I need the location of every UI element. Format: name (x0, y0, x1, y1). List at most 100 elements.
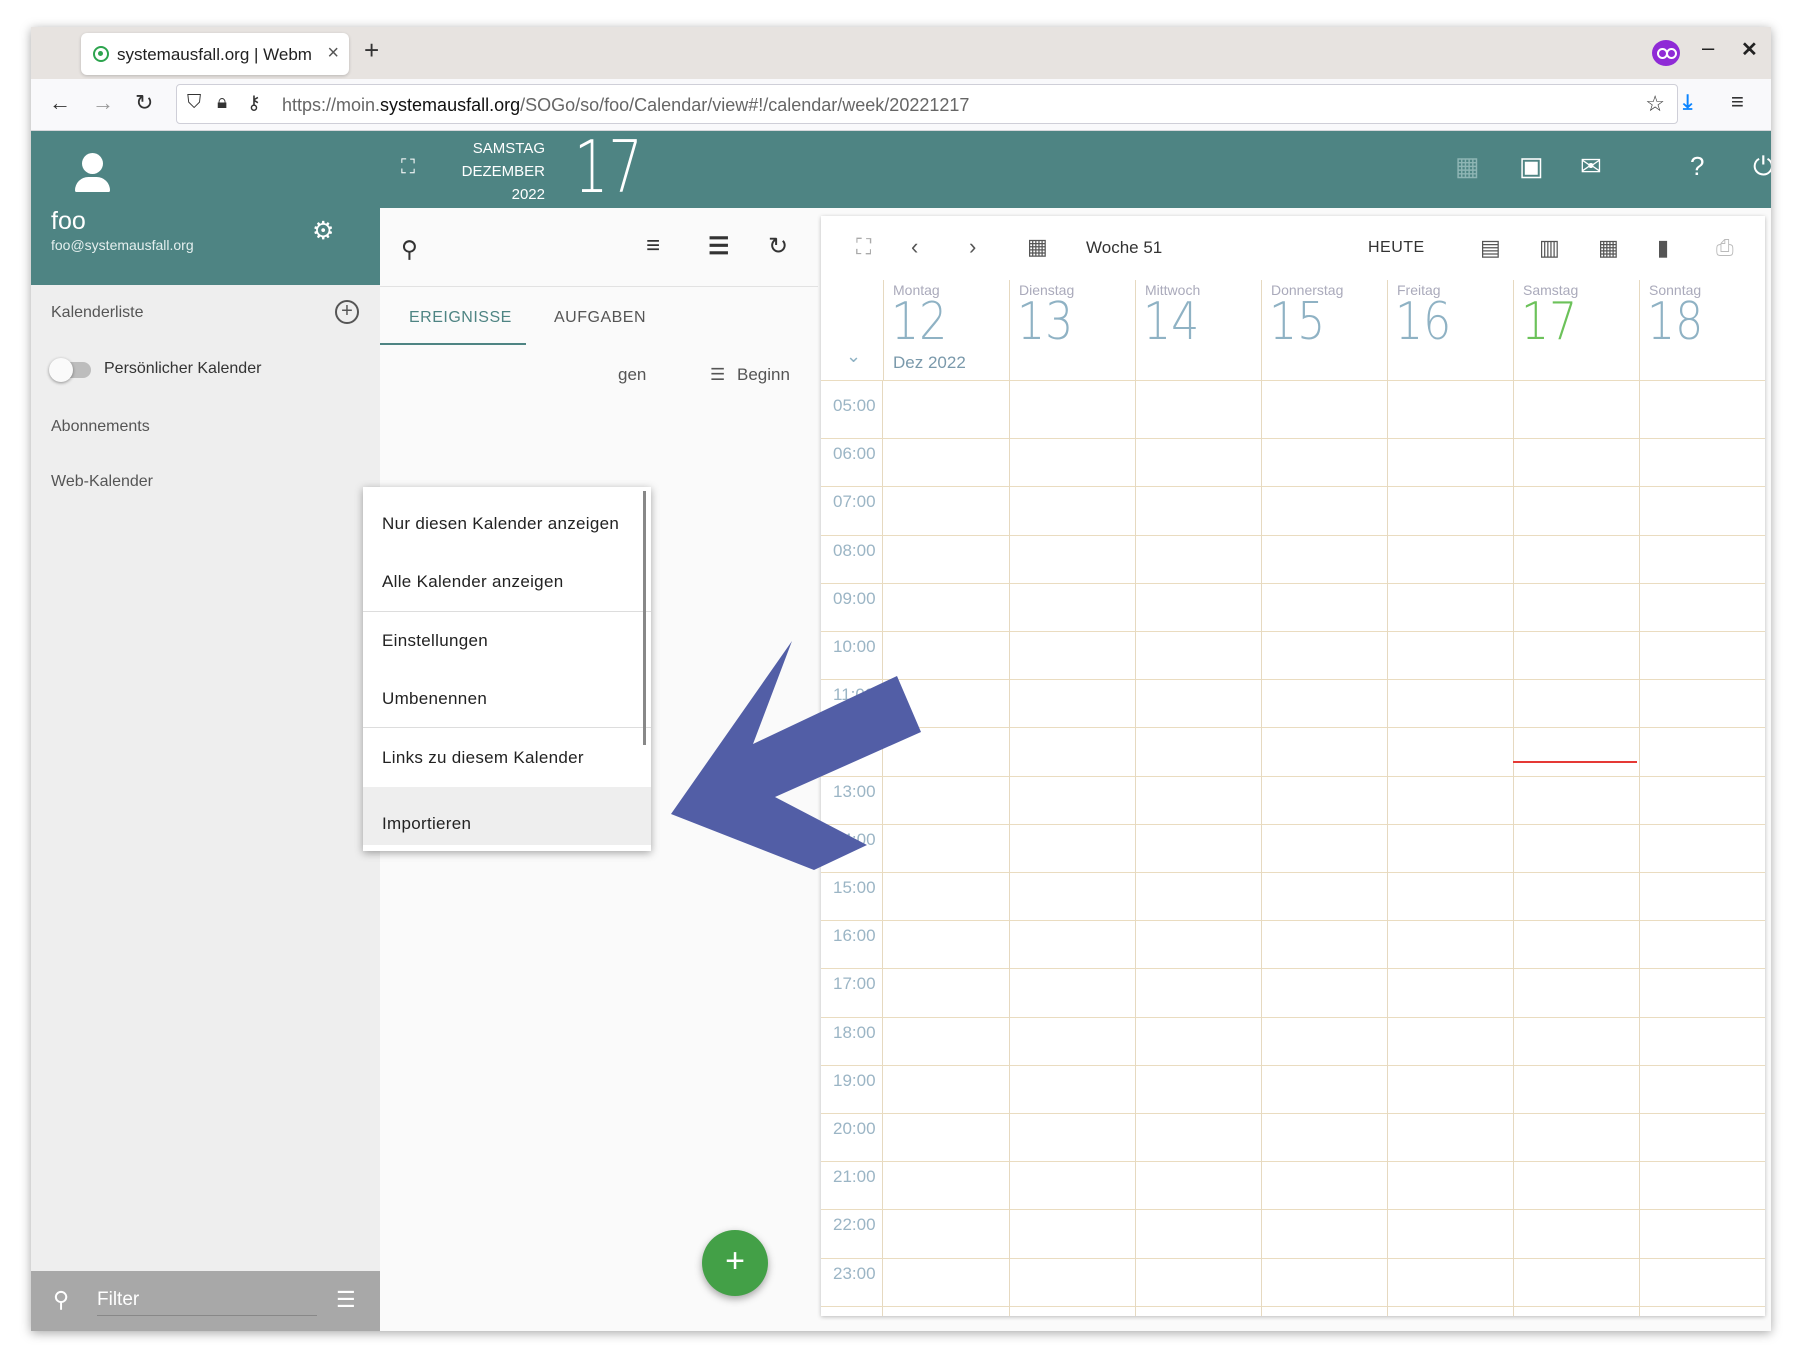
menu-item-show-all[interactable]: Alle Kalender anzeigen (363, 545, 651, 603)
day-header-wednesday[interactable]: Mittwoch 14 (1135, 280, 1261, 380)
back-arrow-icon[interactable]: ← (49, 90, 71, 116)
print-icon[interactable]: ⎙ (1716, 235, 1734, 261)
close-window-button[interactable]: ✕ (1741, 37, 1758, 62)
fullscreen-icon[interactable]: ⛶ (401, 156, 415, 179)
grid-line (821, 872, 1765, 873)
tab-title: systemausfall.org | Webm (117, 45, 312, 64)
bookmark-star-icon[interactable]: ☆ (1645, 91, 1665, 117)
collapse-chevron-icon[interactable]: ⌄ (846, 346, 861, 367)
menu-scrollbar[interactable] (643, 491, 646, 745)
tab-ink-bar (380, 343, 526, 345)
browser-window: systemausfall.org | Webm × + – ✕ ← → ↻ ⛉… (31, 27, 1771, 1331)
sort-lines-icon[interactable]: ☰ (710, 365, 725, 385)
month-view-icon[interactable]: ▦ (1598, 235, 1619, 261)
day-number: 12 (891, 292, 948, 352)
grid-line (821, 1257, 1765, 1259)
search-icon[interactable]: ⚲ (401, 236, 418, 263)
menu-item-rename[interactable]: Umbenennen (363, 662, 651, 720)
hour-label: 15:00 (833, 878, 876, 897)
day-header-tuesday[interactable]: Dienstag 13 (1009, 280, 1135, 380)
sidebar-item-web-calendars[interactable]: Web-Kalender (51, 473, 153, 491)
filter-icon[interactable]: ≡ (646, 232, 660, 260)
url-prefix: https://moin. (282, 95, 381, 115)
key-icon[interactable]: ⚷ (247, 92, 261, 115)
sidebar-header: foo foo@systemausfall.org ⚙ (31, 131, 380, 285)
day-headers: Montag 12 Dez 2022 Dienstag 13 Mittwoch … (883, 280, 1765, 380)
shield-icon[interactable]: ⛉ (187, 92, 201, 114)
hour-label: 22:00 (833, 1215, 876, 1235)
grid-line (821, 438, 1765, 440)
tab-tasks[interactable]: AUFGABEN (554, 309, 646, 327)
day-column-line (1513, 380, 1514, 1316)
sidebar-item-subscriptions[interactable]: Abonnements (51, 418, 150, 436)
hour-label: 07:00 (833, 492, 876, 512)
multi-column-view-icon[interactable]: ▮ (1657, 235, 1669, 261)
day-view-icon[interactable]: ▤ (1480, 235, 1501, 261)
sort-label[interactable]: Beginn (737, 365, 790, 385)
today-button[interactable]: HEUTE (1368, 239, 1425, 257)
refresh-icon[interactable]: ↻ (768, 232, 788, 261)
menu-item-settings[interactable]: Einstellungen (363, 604, 651, 662)
user-avatar-icon (71, 151, 115, 195)
download-icon[interactable]: ⤓ (1683, 91, 1692, 115)
user-name: foo (51, 207, 86, 235)
day-header-sunday[interactable]: Sonntag 18 (1639, 280, 1765, 380)
url-text[interactable]: https://moin.systemausfall.org/SOGo/so/f… (282, 95, 969, 116)
menu-item-links[interactable]: Links zu diesem Kalender (363, 721, 651, 779)
list-view-icon[interactable]: ☰ (336, 1287, 356, 1313)
calendar-app-icon[interactable]: ▦ (1455, 151, 1480, 182)
hamburger-menu-icon[interactable]: ≡ (1731, 89, 1744, 115)
lock-icon[interactable]: 🔒︎ (217, 92, 227, 114)
settings-gear-icon[interactable]: ⚙ (312, 216, 334, 246)
forward-arrow-icon[interactable]: → (92, 90, 114, 116)
url-bar[interactable]: ⛉ 🔒︎ ⚷ https://moin.systemausfall.org/SO… (176, 84, 1678, 124)
time-grid[interactable]: 05:0006:0007:0008:0009:0010:0011:0012:00… (821, 380, 1765, 1316)
mail-app-icon[interactable]: ✉ (1580, 151, 1602, 182)
week-view: ⛶ ‹ › ▦ Woche 51 HEUTE ▤ ▥ ▦ ▮ ⎙ Montag … (821, 216, 1765, 1316)
reload-icon[interactable]: ↻ (135, 90, 153, 116)
sort-icon[interactable]: ☰ (708, 232, 730, 261)
add-calendar-icon[interactable]: + (335, 300, 359, 324)
date-picker-icon[interactable]: ▦ (1027, 234, 1048, 260)
hour-label: 09:00 (833, 588, 876, 608)
previous-week-icon[interactable]: ‹ (911, 234, 918, 260)
grid-line (821, 582, 1765, 584)
day-header-saturday[interactable]: Samstag 17 (1513, 280, 1639, 380)
filter-input[interactable]: Filter (97, 1289, 317, 1316)
expand-icon[interactable]: ⛶ (856, 234, 871, 260)
menu-item-import[interactable]: Importieren (363, 787, 651, 845)
week-view-icon[interactable]: ▥ (1539, 235, 1560, 261)
new-tab-button[interactable]: + (364, 35, 379, 66)
grid-line (821, 380, 1765, 381)
grid-line (821, 534, 1765, 536)
add-event-button[interactable]: + (702, 1230, 768, 1296)
private-browsing-icon (1652, 40, 1680, 66)
hour-label: 20:00 (833, 1119, 876, 1138)
help-icon[interactable]: ? (1690, 151, 1704, 182)
day-header-thursday[interactable]: Donnerstag 15 (1261, 280, 1387, 380)
personal-calendar-toggle[interactable] (49, 358, 91, 382)
next-week-icon[interactable]: › (969, 234, 976, 260)
browser-tabbar: systemausfall.org | Webm × + – ✕ (31, 27, 1771, 79)
day-number: 13 (1017, 292, 1074, 352)
grid-line (821, 727, 1765, 729)
list-tabs: EREIGNISSE AUFGABEN (380, 286, 818, 345)
contacts-app-icon[interactable]: ▣ (1519, 151, 1544, 182)
logout-power-icon[interactable]: ⏻ (1753, 151, 1771, 183)
sidebar: foo foo@systemausfall.org ⚙ Kalenderlist… (31, 131, 380, 1331)
menu-item-show-only-this[interactable]: Nur diesen Kalender anzeigen (363, 487, 651, 545)
hour-label: 05:00 (833, 396, 876, 415)
day-header-monday[interactable]: Montag 12 Dez 2022 (883, 280, 1009, 380)
minimize-button[interactable]: – (1702, 35, 1714, 61)
url-path: /SOGo/so/foo/Calendar/view#!/calendar/we… (520, 95, 970, 115)
calendar-context-menu: Nur diesen Kalender anzeigen Alle Kalend… (363, 487, 651, 851)
grid-line (821, 920, 1765, 922)
sidebar-item-personal-calendar[interactable]: Persönlicher Kalender (104, 360, 261, 378)
browser-tab[interactable]: systemausfall.org | Webm × (81, 33, 349, 75)
grid-line (821, 486, 1765, 488)
tab-events[interactable]: EREIGNISSE (409, 309, 512, 327)
hour-label: 19:00 (833, 1070, 876, 1090)
tab-close-icon[interactable]: × (327, 42, 339, 65)
day-header-friday[interactable]: Freitag 16 (1387, 280, 1513, 380)
day-column-line (1009, 380, 1010, 1316)
